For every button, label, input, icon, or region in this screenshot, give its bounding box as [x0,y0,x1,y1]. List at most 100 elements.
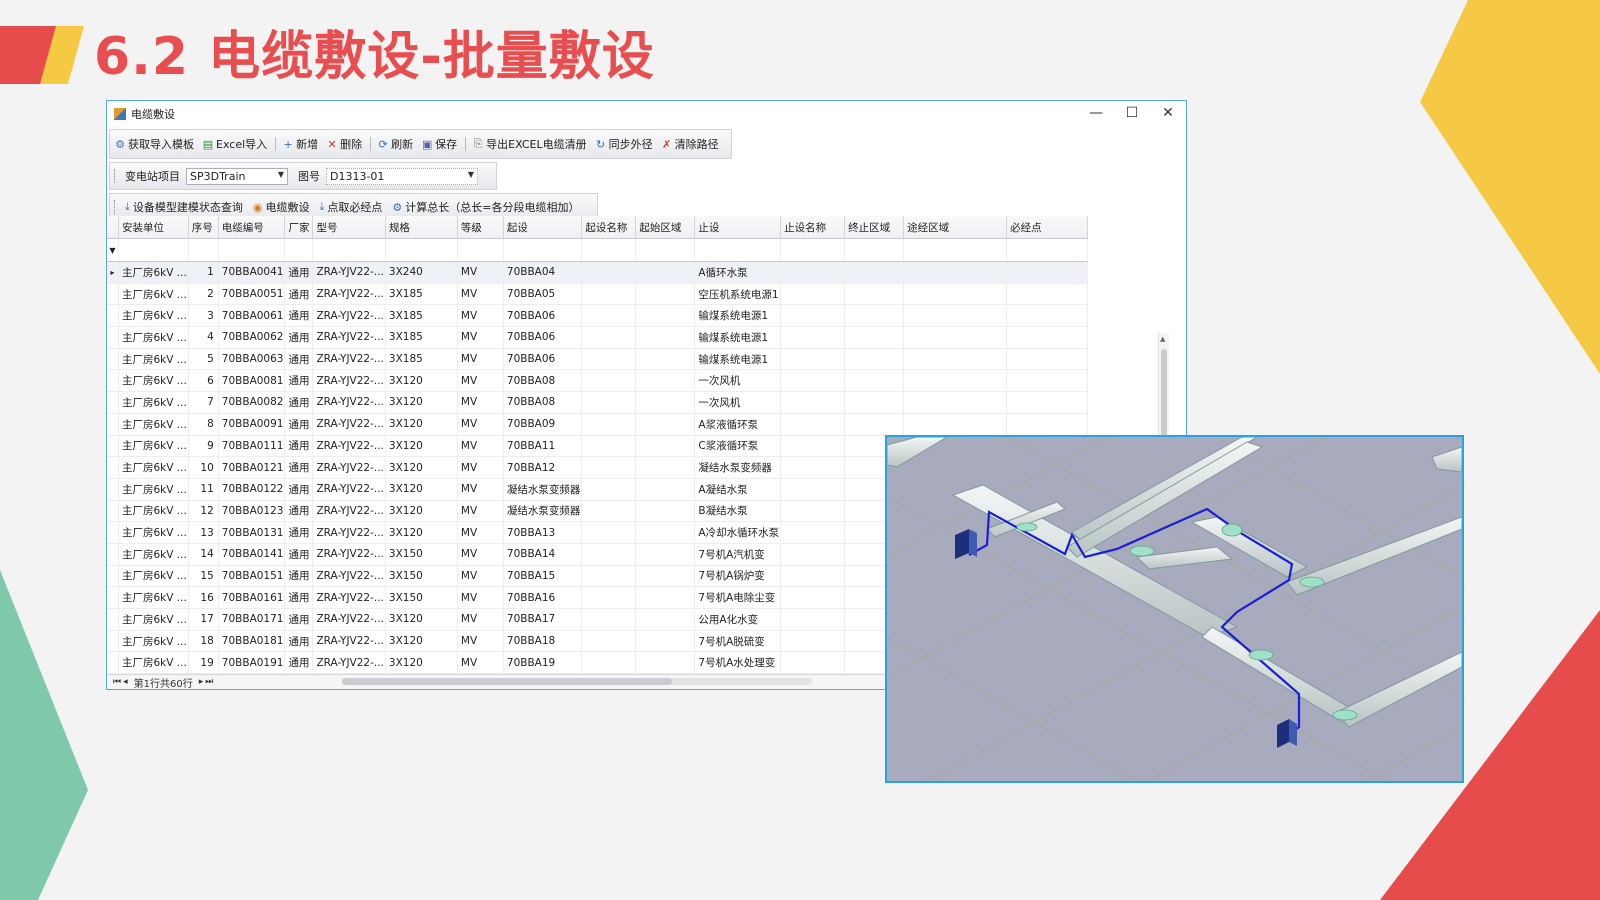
table-cell[interactable]: 5 [188,348,219,371]
table-cell[interactable] [903,413,1008,436]
table-cell[interactable]: 通用 [284,413,314,436]
table-cell[interactable] [780,608,846,631]
delete-button[interactable]: ✕ 删除 [326,136,363,152]
table-cell[interactable]: 17 [188,608,219,631]
table-cell[interactable]: 18 [188,630,219,653]
next-last-nav-icon[interactable]: ▸⏭ [199,677,216,687]
table-cell[interactable]: 输煤系统电源1 [694,326,782,349]
table-cell[interactable]: 主厂房6kV ... [118,543,189,566]
table-cell[interactable]: ZRA-YJV22-... [312,435,386,458]
table-cell[interactable]: 70BBA13 [503,521,583,544]
table-cell[interactable]: MV [457,261,504,284]
column-header[interactable]: 序号 [188,216,219,239]
table-cell[interactable] [581,565,637,588]
table-cell[interactable]: MV [457,456,504,479]
table-cell[interactable]: MV [457,500,504,523]
table-cell[interactable] [635,413,696,436]
table-cell[interactable]: 主厂房6kV ... [118,413,189,436]
table-cell[interactable]: 3X120 [385,500,458,523]
table-cell[interactable]: 9 [188,435,219,458]
table-cell[interactable]: 70BBA0122 [218,478,286,501]
pick-waypoint-button[interactable]: ⤓ 点取必经点 [319,199,382,215]
table-cell[interactable]: 主厂房6kV ... [118,261,189,284]
table-cell[interactable] [903,348,1008,371]
table-cell[interactable]: 70BBA04 [503,261,583,284]
table-cell[interactable] [581,348,637,371]
table-row[interactable]: 主厂房6kV ... 3 70BBA0061 通用 ZRA-YJV22-... 3X185… [107,304,1089,328]
table-cell[interactable]: 主厂房6kV ... [118,565,189,588]
table-cell[interactable]: 70BBA16 [503,586,583,609]
table-cell[interactable] [635,435,696,458]
table-cell[interactable] [844,304,905,328]
filter-cell[interactable] [635,238,696,262]
table-cell[interactable]: 70BBA0111 [218,435,286,458]
table-cell[interactable]: ZRA-YJV22-... [312,608,386,631]
table-row[interactable]: ▸ 主厂房6kV ... 1 70BBA0041 通用 ZRA-YJV22-... 3X24… [107,261,1089,284]
table-cell[interactable] [780,630,846,653]
table-cell[interactable] [1006,304,1089,328]
table-cell[interactable] [581,500,637,523]
table-cell[interactable]: MV [457,369,504,393]
table-cell[interactable]: 主厂房6kV ... [118,283,189,306]
table-row[interactable]: 主厂房6kV ... 7 70BBA0082 通用 ZRA-YJV22-... 3X120… [107,391,1089,414]
table-cell[interactable]: 输煤系统电源1 [694,304,782,328]
table-cell[interactable]: 14 [188,543,219,566]
table-row[interactable]: 主厂房6kV ... 6 70BBA0081 通用 ZRA-YJV22-... 3X120… [107,369,1089,393]
table-cell[interactable]: 3X185 [385,283,458,306]
table-cell[interactable] [780,651,846,675]
table-cell[interactable]: 通用 [284,586,314,609]
table-cell[interactable]: 3X150 [385,543,458,566]
minimize-button[interactable]: — [1078,101,1114,127]
table-cell[interactable]: 11 [188,478,219,501]
filter-cell[interactable] [188,238,219,262]
filter-cell[interactable] [218,238,286,262]
table-cell[interactable]: 一次风机 [694,391,782,414]
table-cell[interactable]: 通用 [284,456,314,479]
table-cell[interactable]: 15 [188,565,219,588]
table-cell[interactable]: MV [457,304,504,328]
table-cell[interactable] [581,630,637,653]
table-cell[interactable]: 3X120 [385,478,458,501]
table-cell[interactable]: 3X120 [385,456,458,479]
table-cell[interactable]: 7号机A锅炉变 [694,565,782,588]
table-cell[interactable]: MV [457,478,504,501]
table-cell[interactable]: ZRA-YJV22-... [312,456,386,479]
table-cell[interactable] [635,586,696,609]
column-header[interactable]: 起始区域 [635,216,696,239]
table-cell[interactable]: 通用 [284,543,314,566]
column-header[interactable]: 规格 [385,216,458,239]
table-cell[interactable]: 70BBA08 [503,369,583,393]
table-cell[interactable]: 3X185 [385,304,458,328]
table-cell[interactable]: 通用 [284,348,314,371]
table-cell[interactable]: 7 [188,391,219,414]
column-header[interactable]: 止设名称 [780,216,846,239]
table-cell[interactable]: A凝结水泵 [694,478,782,501]
table-cell[interactable]: 8 [188,413,219,436]
table-cell[interactable]: MV [457,391,504,414]
table-cell[interactable]: MV [457,543,504,566]
table-cell[interactable]: 7号机A电除尘变 [694,586,782,609]
table-cell[interactable]: 70BBA0141 [218,543,286,566]
table-cell[interactable] [780,369,846,393]
calc-total-length-button[interactable]: ⚙ 计算总长（总长=各分段电缆相加） [392,199,579,215]
table-cell[interactable] [1006,348,1089,371]
table-cell[interactable]: 主厂房6kV ... [118,391,189,414]
table-cell[interactable] [903,304,1008,328]
column-header[interactable]: 电缆编号 [218,216,286,239]
table-cell[interactable]: 通用 [284,630,314,653]
table-cell[interactable]: 主厂房6kV ... [118,630,189,653]
column-header[interactable]: 等级 [457,216,504,239]
table-cell[interactable]: MV [457,326,504,349]
table-row[interactable]: 主厂房6kV ... 4 70BBA0062 通用 ZRA-YJV22-... 3X185… [107,326,1089,349]
table-cell[interactable] [903,261,1008,284]
table-cell[interactable] [635,651,696,675]
table-cell[interactable]: 通用 [284,326,314,349]
table-cell[interactable]: 凝结水泵变频器 [503,500,583,523]
clear-path-button[interactable]: ✗ 清除路径 [661,136,719,152]
cable-laying-button[interactable]: ◉ 电缆敷设 [253,199,310,215]
add-button[interactable]: + 新增 [282,136,319,152]
table-cell[interactable]: 70BBA17 [503,608,583,631]
table-cell[interactable] [1006,283,1089,306]
table-row[interactable]: 主厂房6kV ... 8 70BBA0091 通用 ZRA-YJV22-... 3X120… [107,413,1089,436]
table-cell[interactable] [635,283,696,306]
